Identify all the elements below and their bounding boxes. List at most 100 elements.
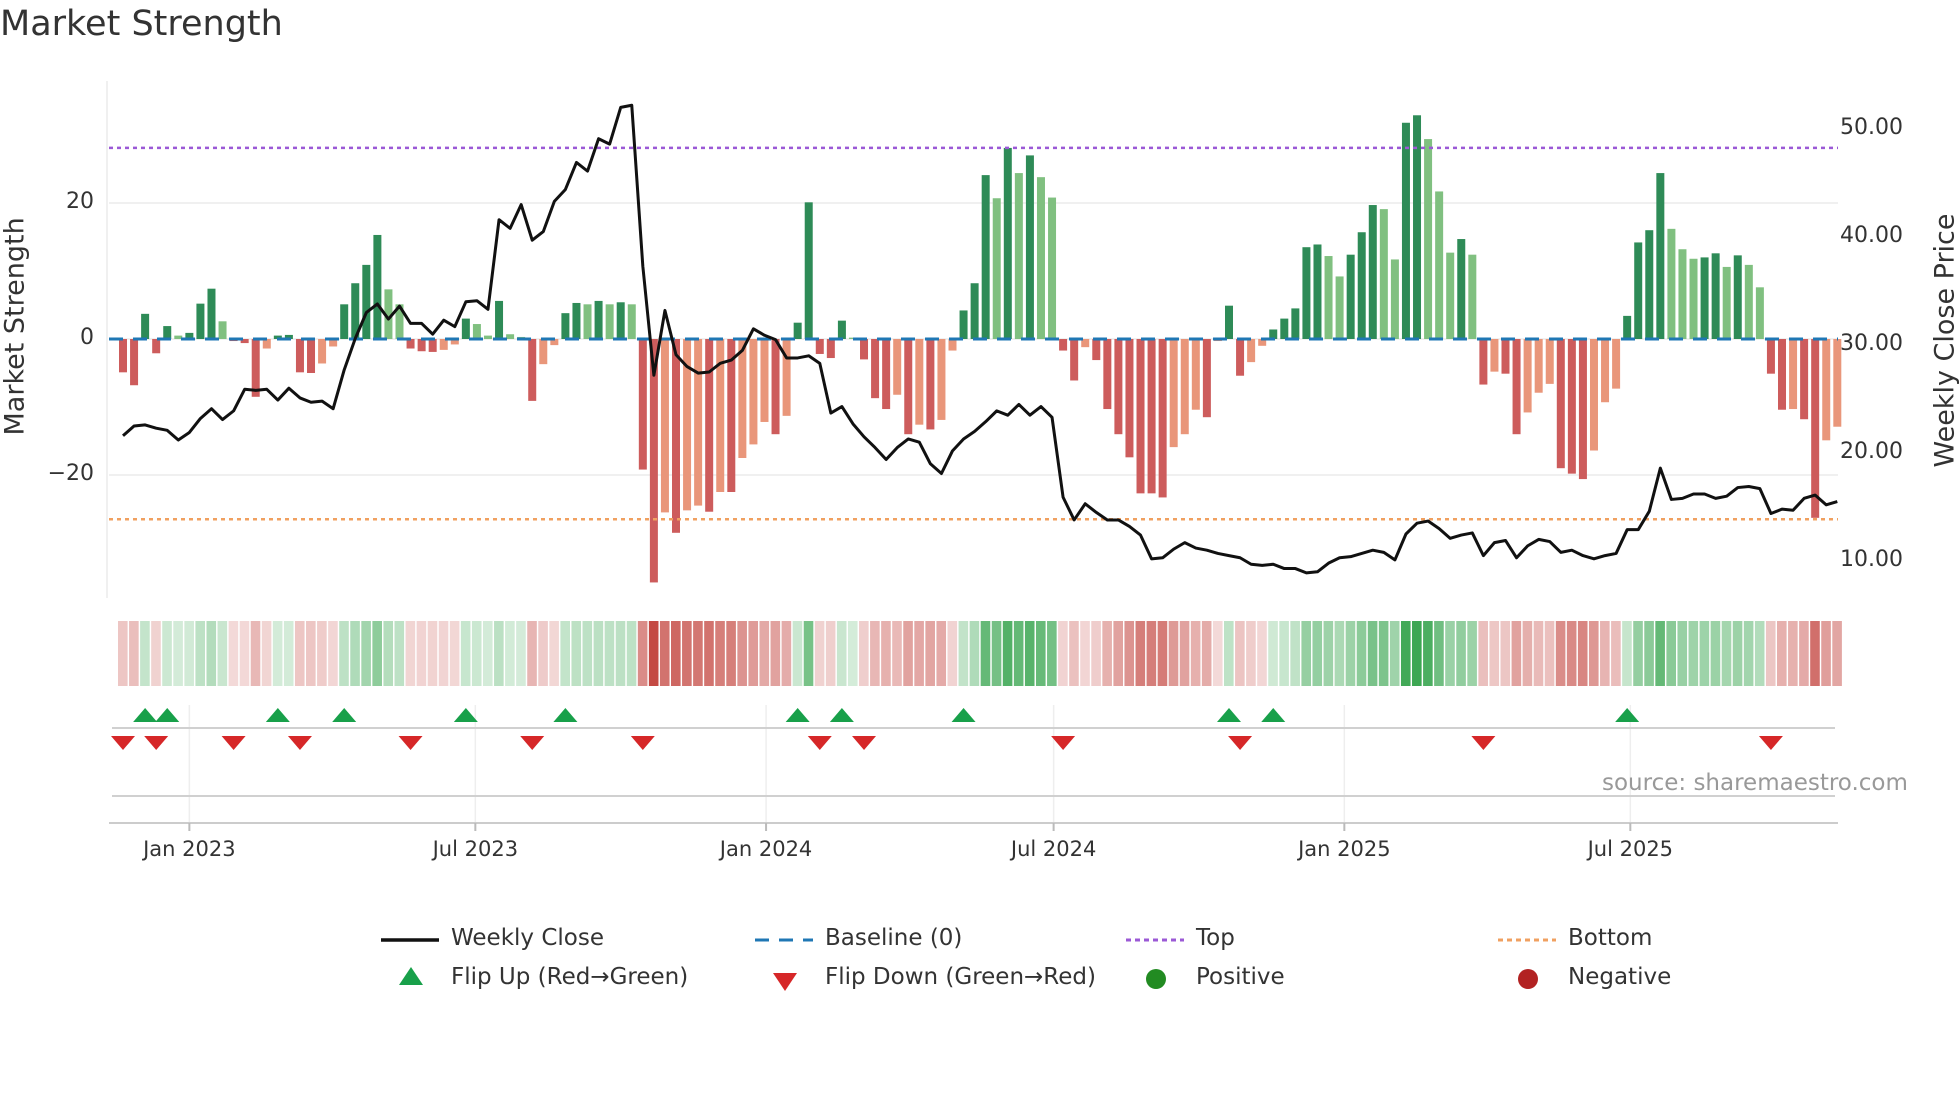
heat-cell (438, 621, 449, 686)
heat-cell (604, 621, 615, 686)
heat-cell (1710, 621, 1721, 686)
strength-bar (428, 339, 437, 352)
heat-cell (1655, 621, 1665, 686)
negative-legend-icon (1518, 969, 1538, 989)
heat-cell (118, 621, 128, 686)
heat-cell (383, 621, 394, 686)
strength-bar (771, 339, 780, 435)
strength-bar (1280, 318, 1289, 339)
legend-label-negative: Negative (1568, 964, 1672, 990)
heat-cell (1777, 621, 1787, 686)
x-tick-label: Jul 2024 (1010, 837, 1097, 861)
strength-bar (627, 304, 636, 339)
strength-bar (218, 321, 227, 339)
heat-cell (339, 621, 349, 686)
heat-cell (1080, 621, 1090, 686)
heat-cell (1721, 621, 1732, 686)
heat-cell (1434, 621, 1444, 686)
strength-bar (1136, 339, 1145, 494)
y-tick-label: −20 (47, 461, 94, 486)
heat-cell (505, 621, 515, 686)
strength-bar (826, 339, 835, 359)
strength-bar (1766, 339, 1775, 374)
flip-down-marker (144, 736, 169, 750)
strength-bar (1401, 122, 1410, 339)
flip-down-marker (287, 736, 312, 750)
heat-cell (1832, 621, 1842, 686)
heat-cell (1799, 621, 1809, 686)
strength-bar (506, 334, 515, 339)
strength-bar (1435, 191, 1444, 339)
flip-down-marker (852, 736, 877, 750)
heat-cell (726, 621, 736, 686)
strength-bar (1036, 177, 1045, 339)
heat-cell (1533, 621, 1544, 686)
heat-cell (704, 621, 714, 686)
strength-bar (1302, 247, 1311, 339)
strength-bar (694, 339, 703, 506)
heat-cell (361, 621, 371, 686)
heat-cell (405, 621, 416, 686)
heat-cell (250, 621, 261, 686)
heat-cell (1467, 621, 1477, 686)
heat-cell (516, 621, 526, 686)
y-tick-label: 0 (80, 325, 94, 350)
strength-bar (1490, 339, 1499, 372)
strength-bar (362, 264, 371, 339)
strength-bar (1634, 242, 1643, 339)
heat-cell (460, 621, 471, 686)
y2-tick-label: 10.00 (1840, 547, 1903, 572)
heat-cell (549, 621, 559, 686)
legend-label-bottom: Bottom (1568, 925, 1653, 951)
heat-cell (1400, 621, 1411, 686)
heat-cell (958, 621, 969, 686)
heat-cell (1588, 621, 1599, 686)
heat-cell (1367, 621, 1378, 686)
flip-down-marker (221, 736, 246, 750)
strength-bar (1578, 339, 1587, 480)
legend-label-top: Top (1196, 925, 1235, 951)
strength-bar (1236, 339, 1245, 376)
strength-bar (130, 339, 139, 386)
heat-cell (1301, 621, 1312, 686)
heat-cell (1312, 621, 1323, 686)
strength-bar (1202, 339, 1211, 418)
strength-bar (1744, 264, 1753, 339)
strength-bar (815, 339, 824, 354)
strength-bar (1003, 147, 1012, 339)
strength-bar (749, 339, 758, 445)
strength-bar (196, 303, 205, 339)
heat-cell (1334, 621, 1345, 686)
strength-bar (1711, 253, 1720, 339)
y2-tick-label: 30.00 (1840, 331, 1903, 356)
strength-bar (1313, 244, 1322, 339)
strength-bar (1158, 339, 1167, 498)
heat-cell (416, 621, 427, 686)
heat-cell (1235, 621, 1245, 686)
strength-bar (1147, 339, 1156, 494)
strength-bar (251, 339, 260, 397)
heat-cell (969, 621, 980, 686)
strength-bar (1589, 339, 1598, 451)
strength-bar (1291, 308, 1300, 339)
flip-up-marker (829, 708, 854, 722)
heat-cell (659, 621, 670, 686)
strength-bar (439, 339, 448, 350)
heat-cell (162, 621, 172, 686)
heat-cell (173, 621, 183, 686)
heat-cell (991, 621, 1002, 686)
strength-bar (937, 339, 946, 420)
heat-cell (1666, 621, 1676, 686)
flip-down-marker (1758, 736, 1783, 750)
flip-up-marker (453, 708, 478, 722)
strength-bar (1755, 287, 1764, 339)
strength-bar (1103, 339, 1112, 410)
heat-cell (1412, 621, 1422, 686)
heat-cell (715, 621, 725, 686)
heat-cell (1069, 621, 1079, 686)
heat-cell (306, 621, 316, 686)
strength-bar (461, 318, 470, 339)
heat-cell (1113, 621, 1123, 686)
heat-cell (294, 621, 305, 686)
strength-bar (539, 339, 548, 365)
